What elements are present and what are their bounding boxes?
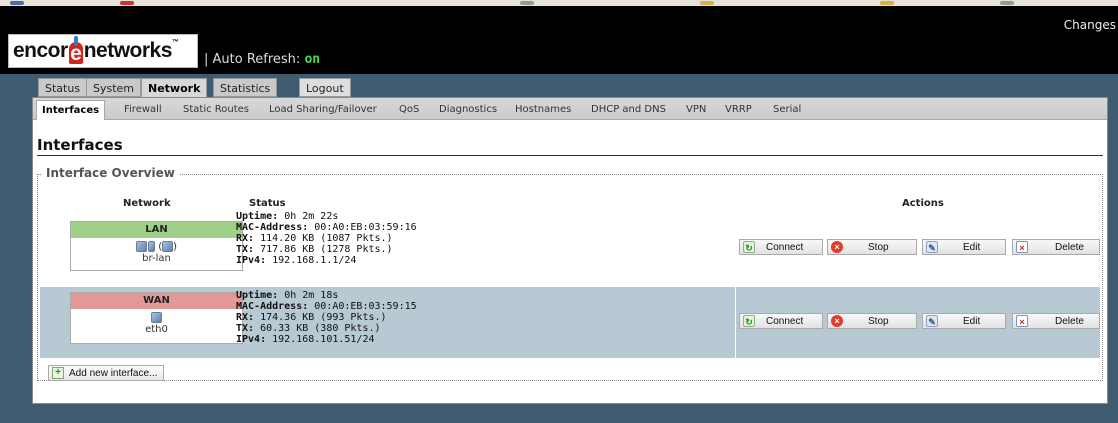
- connect-icon: ↻: [743, 241, 755, 253]
- delete-button[interactable]: × Delete: [1012, 313, 1100, 329]
- column-actions-header: Actions: [902, 198, 944, 209]
- subtab-vpn[interactable]: VPN: [686, 104, 706, 115]
- subtab-load-sharing[interactable]: Load Sharing/Failover: [269, 104, 377, 115]
- tab-status[interactable]: Status: [38, 78, 88, 97]
- edit-icon: ✎: [926, 241, 938, 253]
- connect-button[interactable]: ↻ Connect: [739, 239, 823, 255]
- app-header: encor e networks™ | Auto Refresh: on Chang…: [0, 6, 1118, 74]
- tab-system[interactable]: System: [86, 78, 142, 97]
- table-row-lan: LAN () br-lan Uptime: 0h 2m 22s MAC-Addr…: [40, 211, 1100, 279]
- auto-refresh-toggle[interactable]: | Auto Refresh: on: [204, 52, 320, 67]
- content-panel: Interfaces Firewall Static Routes Load S…: [32, 97, 1108, 404]
- add-new-interface-button[interactable]: + Add new interface...: [48, 365, 165, 381]
- interface-overview-section: Interface Overview Network Status Action…: [37, 166, 1103, 381]
- page-title: Interfaces: [37, 136, 123, 154]
- table-row-wan: WAN eth0 Uptime: 0h 2m 18s MAC-Address: …: [40, 287, 1100, 358]
- encore-networks-logo: encor e networks™: [8, 34, 198, 68]
- device-name-wan: eth0: [145, 323, 168, 335]
- edit-icon: ✎: [926, 315, 938, 327]
- delete-icon: ×: [1016, 241, 1028, 253]
- network-name-lan: LAN: [71, 222, 242, 238]
- status-lan: Uptime: 0h 2m 22s MAC-Address: 00:A0:EB:…: [236, 211, 417, 266]
- network-box-lan: LAN () br-lan: [70, 221, 243, 271]
- subtab-static-routes[interactable]: Static Routes: [183, 104, 249, 115]
- subtab-firewall[interactable]: Firewall: [124, 104, 162, 115]
- sub-navigation: Interfaces Firewall Static Routes Load S…: [33, 98, 1107, 120]
- network-box-wan: WAN eth0: [70, 292, 243, 344]
- tab-network[interactable]: Network: [141, 78, 208, 98]
- subtab-interfaces[interactable]: Interfaces: [36, 100, 106, 120]
- add-icon: +: [52, 367, 64, 379]
- delete-button[interactable]: × Delete: [1012, 239, 1100, 255]
- subtab-qos[interactable]: QoS: [399, 104, 419, 115]
- stop-icon: ×: [831, 315, 843, 327]
- device-name-lan: br-lan: [142, 252, 171, 264]
- column-network-header: Network: [123, 198, 171, 209]
- section-legend: Interface Overview: [42, 166, 179, 180]
- stop-button[interactable]: × Stop: [827, 239, 917, 255]
- edit-button[interactable]: ✎ Edit: [922, 239, 1006, 255]
- edit-button[interactable]: ✎ Edit: [922, 313, 1006, 329]
- column-status-header: Status: [249, 198, 286, 209]
- stop-icon: ×: [831, 241, 843, 253]
- changes-link[interactable]: Changes: [1064, 18, 1116, 32]
- status-wan: Uptime: 0h 2m 18s MAC-Address: 00:A0:EB:…: [236, 290, 417, 345]
- delete-icon: ×: [1016, 315, 1028, 327]
- title-divider: [37, 155, 1103, 156]
- ethernet-icon: [162, 241, 174, 252]
- subtab-diagnostics[interactable]: Diagnostics: [439, 104, 497, 115]
- subtab-vrrp[interactable]: VRRP: [725, 104, 752, 115]
- connect-icon: ↻: [743, 315, 755, 327]
- connect-button[interactable]: ↻ Connect: [739, 313, 823, 329]
- ethernet-icon: [151, 312, 162, 323]
- subtab-serial[interactable]: Serial: [773, 104, 801, 115]
- stop-button[interactable]: × Stop: [827, 313, 917, 329]
- tab-statistics[interactable]: Statistics: [213, 78, 278, 97]
- subtab-dhcp-dns[interactable]: DHCP and DNS: [591, 104, 666, 115]
- network-name-wan: WAN: [71, 293, 242, 309]
- actions-column-divider: [735, 287, 736, 358]
- tab-logout[interactable]: Logout: [299, 78, 351, 97]
- subtab-hostnames[interactable]: Hostnames: [515, 104, 571, 115]
- network-devices-icon: [136, 241, 155, 253]
